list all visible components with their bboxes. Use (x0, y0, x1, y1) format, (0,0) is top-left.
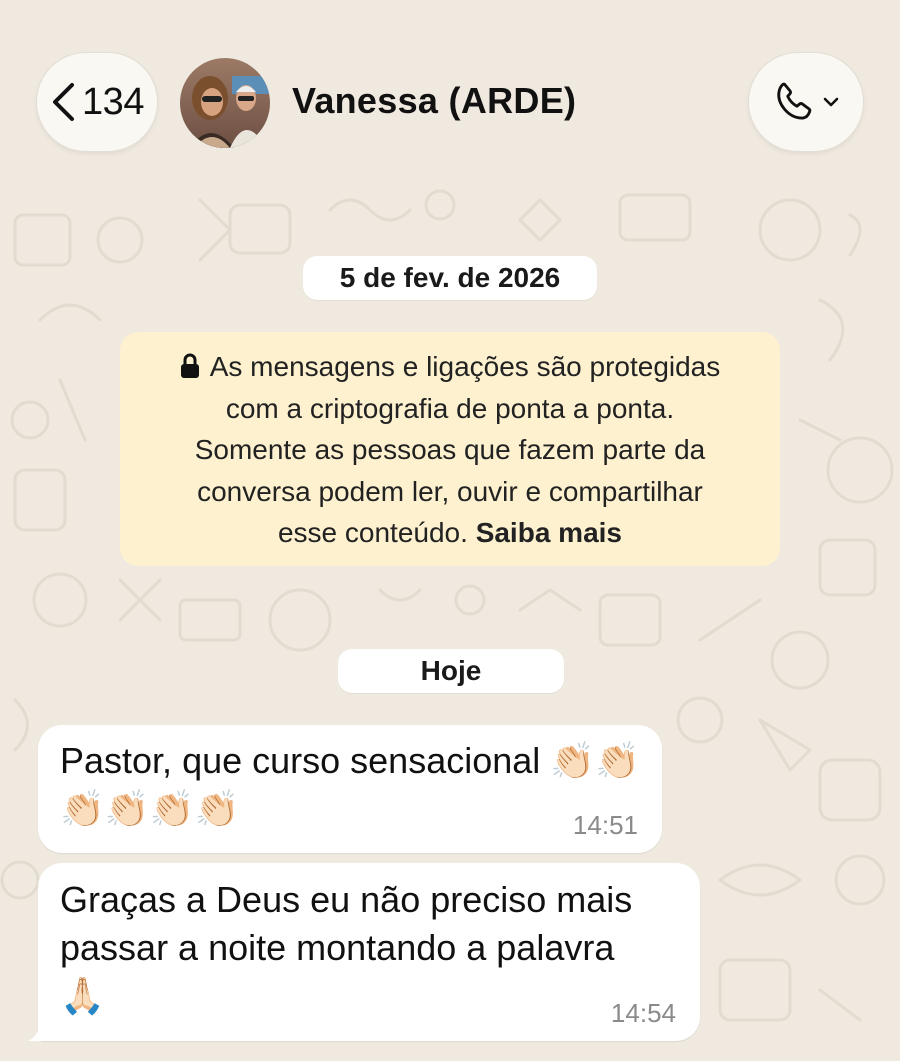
message-timestamp: 14:54 (610, 998, 676, 1028)
chevron-down-icon (823, 97, 839, 107)
message-text: Pastor, que curso sensacional 👏🏻👏🏻👏🏻👏🏻👏🏻… (60, 737, 660, 833)
back-button[interactable]: 134 (36, 52, 158, 152)
message-text: Graças a Deus eu não preciso mais passar… (60, 876, 690, 1020)
message-line: passar a noite montando a palavra (60, 927, 615, 968)
date-separator: 5 de fev. de 2026 (303, 256, 597, 300)
encryption-notice[interactable]: As mensagens e ligações são protegidas c… (120, 332, 780, 566)
phone-icon (777, 82, 812, 120)
notice-text-5: esse conteúdo. (277, 517, 468, 548)
message-timestamp: 14:51 (572, 810, 638, 840)
contact-name[interactable]: Vanessa (ARDE) (292, 80, 576, 122)
praying-emoji: 🙏🏻 (60, 975, 105, 1016)
notice-text-3: Somente as pessoas que fazem parte da (194, 434, 706, 465)
incoming-message[interactable]: Graças a Deus eu não preciso mais passar… (38, 863, 700, 1041)
today-separator: Hoje (338, 649, 564, 693)
chat-header: 134 Vanessa (ARDE) (0, 0, 900, 185)
bubble-tail (28, 1024, 46, 1041)
notice-line-1: As mensagens e ligações são protegidas (150, 346, 750, 388)
contact-avatar[interactable] (180, 58, 270, 148)
call-button[interactable] (748, 52, 864, 152)
avatar-photo (180, 58, 270, 148)
notice-text-2: com a criptografia de ponta a ponta. (225, 392, 675, 424)
message-line: Graças a Deus eu não preciso mais (60, 879, 633, 920)
message-body: Pastor, que curso sensacional (60, 740, 541, 781)
lock-icon (180, 353, 199, 378)
incoming-message[interactable]: Pastor, que curso sensacional 👏🏻👏🏻👏🏻👏🏻👏🏻… (38, 725, 662, 853)
notice-text-1: As mensagens e ligações são protegidas (209, 351, 721, 382)
unread-count: 134 (82, 80, 144, 123)
learn-more-link[interactable]: Saiba mais (476, 517, 622, 548)
notice-text-4: conversa podem ler, ouvir e compartilhar (197, 475, 703, 507)
notice-line-5: esse conteúdo. Saiba mais (150, 512, 750, 554)
chevron-left-icon (53, 83, 75, 121)
